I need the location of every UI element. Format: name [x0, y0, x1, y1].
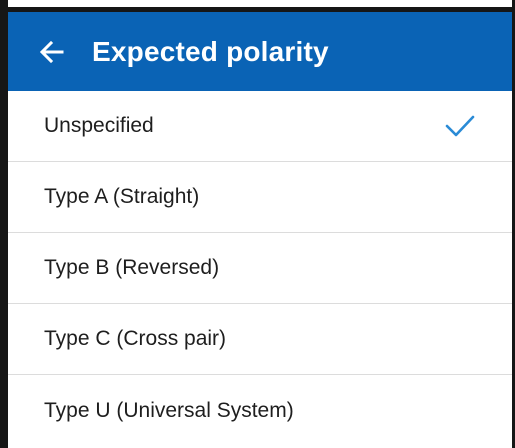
option-type-u[interactable]: Type U (Universal System)	[8, 375, 512, 446]
checkmark-icon	[444, 113, 476, 139]
page-title: Expected polarity	[92, 35, 329, 67]
frame-left-border	[0, 0, 8, 448]
option-label: Type C (Cross pair)	[44, 327, 227, 350]
option-label: Type A (Straight)	[44, 185, 200, 208]
app-bar: Expected polarity	[8, 12, 512, 91]
option-type-b[interactable]: Type B (Reversed)	[8, 233, 512, 304]
option-label: Type U (Universal System)	[44, 398, 294, 422]
option-type-a[interactable]: Type A (Straight)	[8, 162, 512, 233]
option-unspecified[interactable]: Unspecified	[8, 91, 512, 162]
screen: Expected polarity Unspecified Type A (St…	[0, 0, 515, 448]
back-arrow-icon[interactable]	[38, 40, 66, 64]
option-label: Type B (Reversed)	[44, 256, 220, 279]
option-type-c[interactable]: Type C (Cross pair)	[8, 304, 512, 375]
polarity-options-list: Unspecified Type A (Straight) Type B (Re…	[8, 91, 512, 446]
option-label: Unspecified	[44, 114, 154, 137]
